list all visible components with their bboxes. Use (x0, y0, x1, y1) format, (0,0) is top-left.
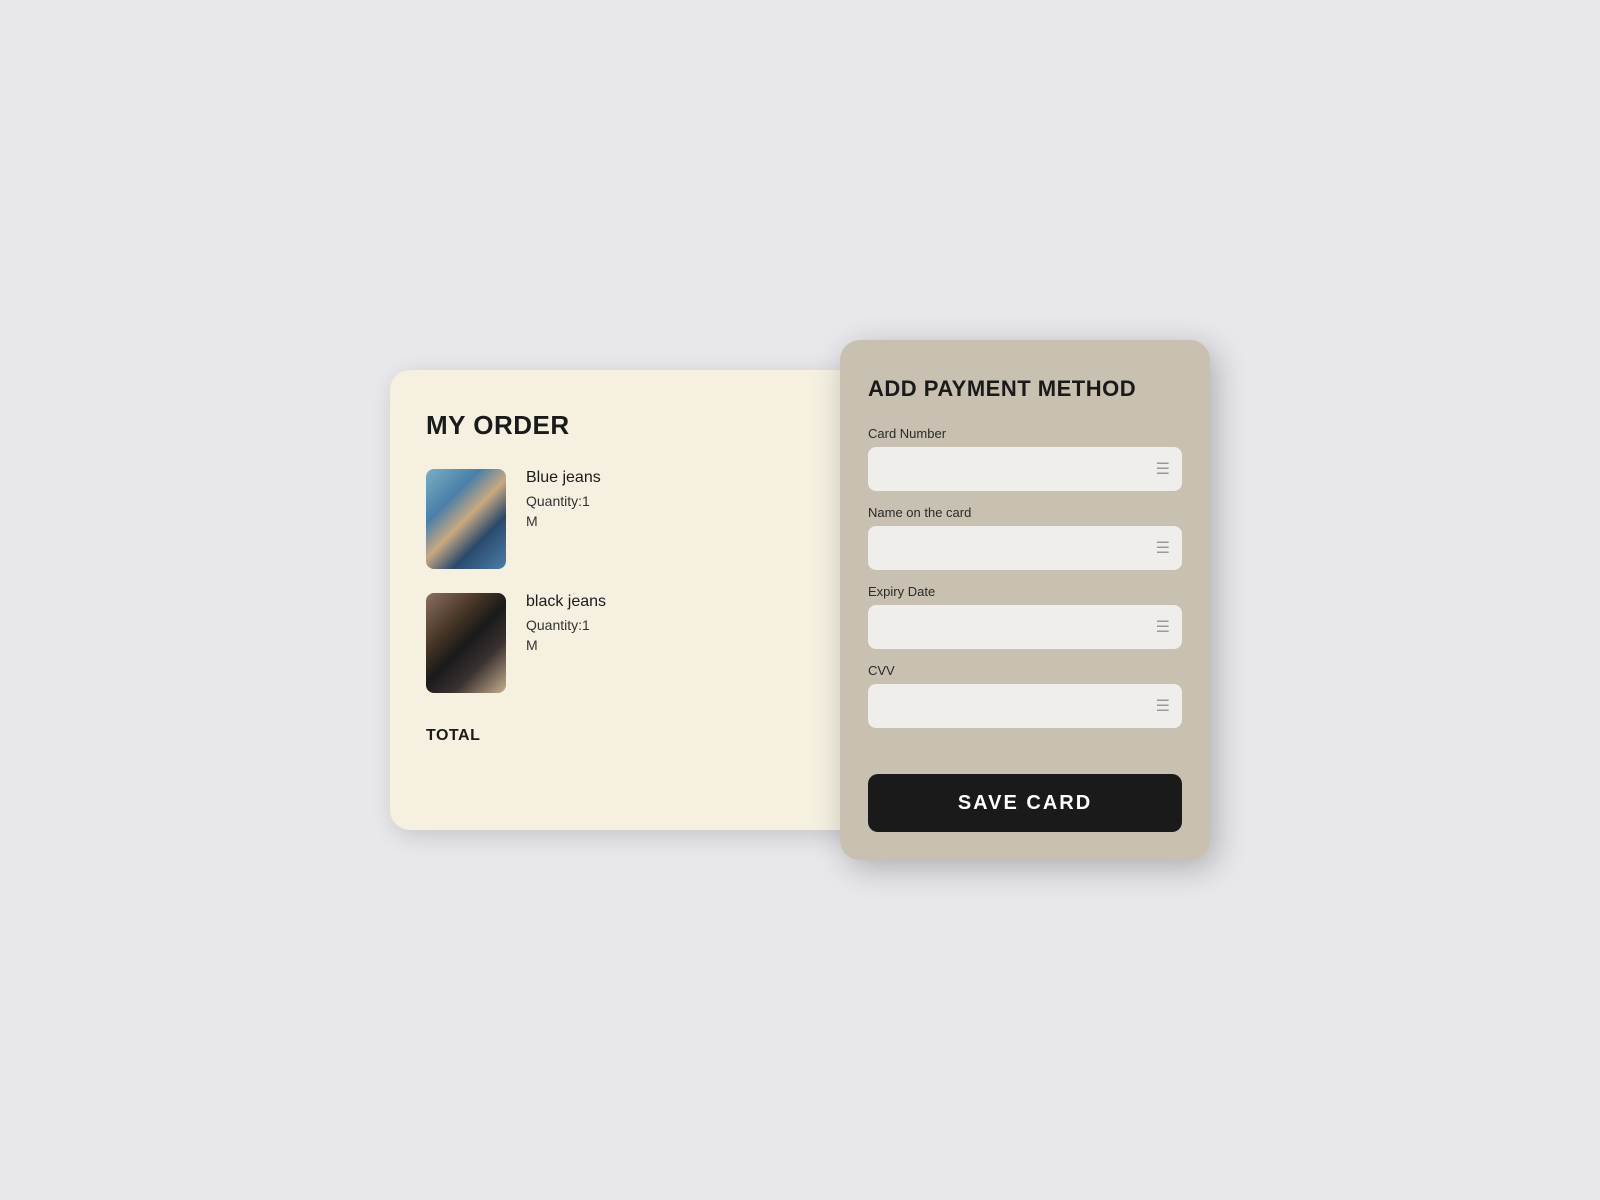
cvv-icon: ☰ (1156, 696, 1170, 716)
item-details-blue-jeans: Blue jeans Quantity:1 M (506, 469, 827, 529)
save-card-button[interactable]: SAVE CARD (868, 774, 1182, 832)
item-name-2: black jeans (526, 593, 827, 611)
card-number-input[interactable] (880, 461, 1148, 477)
card-number-group: Card Number ☰ (868, 426, 1182, 491)
order-total: TOTAL $48 (426, 717, 874, 745)
expiry-date-label: Expiry Date (868, 584, 1182, 599)
total-label: TOTAL (426, 727, 480, 745)
order-item-1: Blue jeans Quantity:1 M $25 (426, 469, 874, 569)
expiry-date-group: Expiry Date ☰ (868, 584, 1182, 649)
expiry-date-icon: ☰ (1156, 617, 1170, 637)
expiry-date-wrapper[interactable]: ☰ (868, 605, 1182, 649)
payment-title: ADD PAYMENT METHOD (868, 376, 1182, 402)
cvv-label: CVV (868, 663, 1182, 678)
name-on-card-icon: ☰ (1156, 538, 1170, 558)
card-number-label: Card Number (868, 426, 1182, 441)
cvv-wrapper[interactable]: ☰ (868, 684, 1182, 728)
item-image-black-jeans (426, 593, 506, 693)
order-card: MY ORDER Blue jeans Quantity:1 M $25 bla… (390, 370, 910, 830)
order-item-2: black jeans Quantity:1 M $23 (426, 593, 874, 693)
card-number-wrapper[interactable]: ☰ (868, 447, 1182, 491)
name-on-card-input[interactable] (880, 540, 1148, 556)
cvv-input[interactable] (880, 698, 1148, 714)
item-details-black-jeans: black jeans Quantity:1 M (506, 593, 827, 653)
order-title: MY ORDER (426, 410, 874, 441)
name-on-card-label: Name on the card (868, 505, 1182, 520)
item-size-1: M (526, 513, 827, 529)
scene: MY ORDER Blue jeans Quantity:1 M $25 bla… (390, 340, 1210, 860)
item-quantity-2: Quantity:1 (526, 617, 827, 633)
item-name-1: Blue jeans (526, 469, 827, 487)
cvv-group: CVV ☰ (868, 663, 1182, 728)
payment-card: ADD PAYMENT METHOD Card Number ☰ Name on… (840, 340, 1210, 860)
name-on-card-group: Name on the card ☰ (868, 505, 1182, 570)
item-size-2: M (526, 637, 827, 653)
card-number-icon: ☰ (1156, 459, 1170, 479)
expiry-date-input[interactable] (880, 619, 1148, 635)
item-image-blue-jeans (426, 469, 506, 569)
name-on-card-wrapper[interactable]: ☰ (868, 526, 1182, 570)
item-quantity-1: Quantity:1 (526, 493, 827, 509)
